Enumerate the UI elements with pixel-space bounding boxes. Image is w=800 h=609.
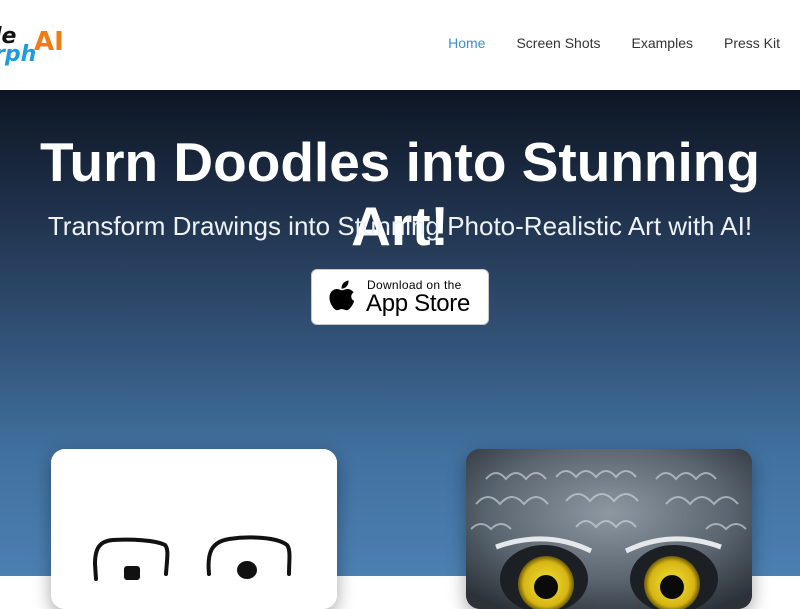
- hero-section: Turn Doodles into Stunning Art! Transfor…: [0, 90, 800, 609]
- main-nav: Home Screen Shots Examples Press Kit: [417, 33, 780, 53]
- hero-subtitle: Transform Drawings into Stunning Photo-R…: [47, 211, 753, 241]
- owl-art-image: [466, 449, 752, 609]
- logo-text-line2: rph: [0, 42, 37, 67]
- nav-link-home[interactable]: Home: [448, 33, 485, 53]
- app-store-large-text: App Store: [366, 290, 471, 317]
- nav-link-examples[interactable]: Examples: [632, 33, 693, 53]
- doodle-image-card: [51, 449, 337, 609]
- doodle-morph-logo[interactable]: le rph AI: [0, 26, 74, 70]
- nav-link-press-kit[interactable]: Press Kit: [724, 33, 780, 53]
- doodle-drawing-image: [51, 449, 337, 609]
- app-store-button[interactable]: Download on the App Store: [311, 269, 489, 325]
- nav-link-screen-shots[interactable]: Screen Shots: [516, 33, 600, 53]
- logo-text-ai: AI: [34, 27, 64, 57]
- apple-icon: [329, 280, 355, 311]
- site-header: le rph AI Home Screen Shots Examples Pre…: [0, 0, 800, 91]
- owl-art-image-card: [466, 449, 752, 609]
